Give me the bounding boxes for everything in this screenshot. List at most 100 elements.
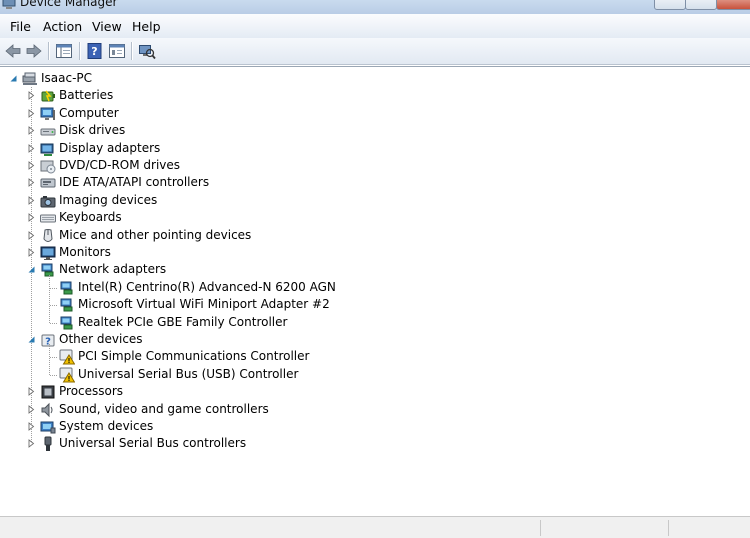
display-adapter-icon — [40, 143, 54, 156]
expand-arrow-icon[interactable] — [28, 143, 35, 153]
tree-category-node[interactable]: Computer — [0, 105, 750, 122]
tree-category-node[interactable]: Processors — [0, 383, 750, 400]
warning-device-icon — [59, 349, 75, 365]
tree-node-label: Mice and other pointing devices — [59, 227, 252, 242]
tree-category-node[interactable]: Mice and other pointing devices — [0, 227, 750, 244]
tree-node-label: Imaging devices — [59, 192, 158, 207]
collapse-arrow-icon[interactable] — [10, 74, 17, 83]
tree-node-label: System devices — [59, 419, 154, 433]
tree-device-node[interactable]: Microsoft Virtual WiFi Miniport Adapter … — [0, 296, 750, 313]
expand-arrow-icon[interactable] — [28, 195, 35, 205]
tree-guide-line — [50, 287, 57, 290]
properties-icon[interactable] — [108, 42, 126, 60]
tree-node-label: Processors — [59, 384, 124, 399]
network-adapter-icon — [60, 316, 73, 330]
tree-category-node[interactable]: Imaging devices — [0, 192, 750, 209]
tree-node-label: Microsoft Virtual WiFi Miniport Adapter … — [78, 297, 330, 312]
collapse-arrow-icon[interactable] — [28, 335, 35, 344]
console-tree-icon[interactable] — [55, 42, 73, 60]
tree-device-node[interactable]: Intel(R) Centrino(R) Advanced-N 6200 AGN — [0, 279, 750, 296]
maximize-button[interactable] — [685, 0, 717, 10]
unknown-device-icon: ? — [41, 334, 55, 348]
tree-node-label: Isaac-PC — [41, 71, 93, 85]
expand-arrow-icon[interactable] — [28, 161, 35, 170]
tree-category-node[interactable]: Monitors — [0, 244, 750, 261]
network-adapter-icon — [60, 281, 73, 295]
menu-bar: File Action View Help — [0, 14, 750, 39]
expand-arrow-icon[interactable] — [28, 439, 35, 449]
tree-category-node[interactable]: Keyboards — [0, 209, 750, 226]
tree-device-node[interactable]: Realtek PCIe GBE Family Controller — [0, 314, 750, 331]
expand-arrow-icon[interactable] — [28, 230, 35, 240]
tree-node-label: Monitors — [59, 245, 111, 259]
tree-category-node[interactable]: Network adapters — [0, 261, 750, 278]
menu-help[interactable]: Help — [132, 19, 161, 34]
tree-category-node[interactable]: DVD/CD-ROM drives — [0, 157, 750, 174]
tree-guide-line — [50, 357, 57, 359]
tree-node-label: Network adapters — [59, 262, 167, 277]
ide-controller-icon — [40, 178, 56, 188]
network-adapter-icon — [60, 298, 73, 312]
back-icon[interactable] — [4, 42, 22, 60]
computer-icon — [40, 107, 55, 120]
speaker-icon — [41, 402, 53, 417]
tree-category-node[interactable]: System devices — [0, 418, 750, 435]
tree-node-label: DVD/CD-ROM drives — [59, 158, 181, 172]
expand-arrow-icon[interactable] — [28, 108, 35, 118]
expand-arrow-icon[interactable] — [28, 178, 35, 188]
tree-category-node[interactable]: Disk drives — [0, 122, 750, 139]
tree-node-label: Intel(R) Centrino(R) Advanced-N 6200 AGN — [78, 279, 336, 294]
scan-hardware-icon[interactable] — [138, 42, 156, 60]
tree-category-node[interactable]: Batteries — [0, 87, 750, 104]
tree-guide-line — [50, 374, 57, 377]
status-bar — [0, 516, 750, 538]
tree-node-label: Computer — [59, 105, 119, 120]
tree-guide-line — [49, 344, 51, 375]
tree-category-node[interactable]: Sound, video and game controllers — [0, 401, 750, 418]
tree-node-label: Realtek PCIe GBE Family Controller — [78, 314, 288, 329]
toolbar-separator — [48, 42, 50, 60]
tree-device-node-warning[interactable]: PCI Simple Communications Controller — [0, 348, 750, 365]
help-icon[interactable]: ? — [86, 42, 104, 60]
menu-view[interactable]: View — [92, 19, 122, 34]
tree-node-label: Other devices — [59, 332, 143, 346]
device-manager-app-icon — [2, 0, 16, 9]
expand-arrow-icon[interactable] — [28, 213, 35, 223]
menu-file[interactable]: File — [10, 19, 31, 34]
expand-arrow-icon[interactable] — [28, 387, 35, 397]
status-pane — [540, 520, 541, 536]
toolbar-separator — [79, 42, 81, 60]
tree-category-node[interactable]: Universal Serial Bus controllers — [0, 435, 750, 452]
tree-node-label: Batteries — [59, 88, 114, 103]
minimize-button[interactable] — [654, 0, 686, 10]
dvd-drive-icon — [40, 160, 56, 174]
tree-root-node[interactable]: Isaac-PC — [0, 70, 750, 87]
warning-device-icon — [59, 367, 75, 383]
tree-category-node[interactable]: Display adapters — [0, 140, 750, 157]
expand-arrow-icon[interactable] — [28, 126, 35, 136]
tree-category-node[interactable]: IDE ATA/ATAPI controllers — [0, 174, 750, 191]
forward-icon[interactable] — [25, 42, 43, 60]
expand-arrow-icon[interactable] — [28, 404, 35, 414]
tree-guide-line — [50, 305, 57, 307]
title-bar: Device Manager — [0, 0, 750, 14]
tree-node-label: Sound, video and game controllers — [59, 401, 269, 416]
tree-category-node[interactable]: ? Other devices — [0, 331, 750, 348]
expand-arrow-icon[interactable] — [28, 91, 35, 101]
tree-node-label: PCI Simple Communications Controller — [78, 349, 310, 364]
tree-device-node-warning[interactable]: Universal Serial Bus (USB) Controller — [0, 366, 750, 383]
tree-guide-line — [49, 274, 51, 323]
close-button[interactable] — [716, 0, 750, 10]
status-pane — [668, 520, 669, 536]
usb-icon — [44, 436, 52, 452]
monitor-icon — [40, 246, 56, 260]
tree-node-label: Display adapters — [59, 140, 161, 155]
expand-arrow-icon[interactable] — [28, 422, 35, 431]
menu-action[interactable]: Action — [43, 19, 82, 34]
svg-text:?: ? — [91, 45, 97, 58]
collapse-arrow-icon[interactable] — [28, 265, 35, 274]
tree-node-label: Disk drives — [59, 123, 126, 138]
tree-node-label: IDE ATA/ATAPI controllers — [59, 175, 210, 190]
expand-arrow-icon[interactable] — [28, 248, 35, 257]
toolbar-separator — [131, 42, 133, 60]
